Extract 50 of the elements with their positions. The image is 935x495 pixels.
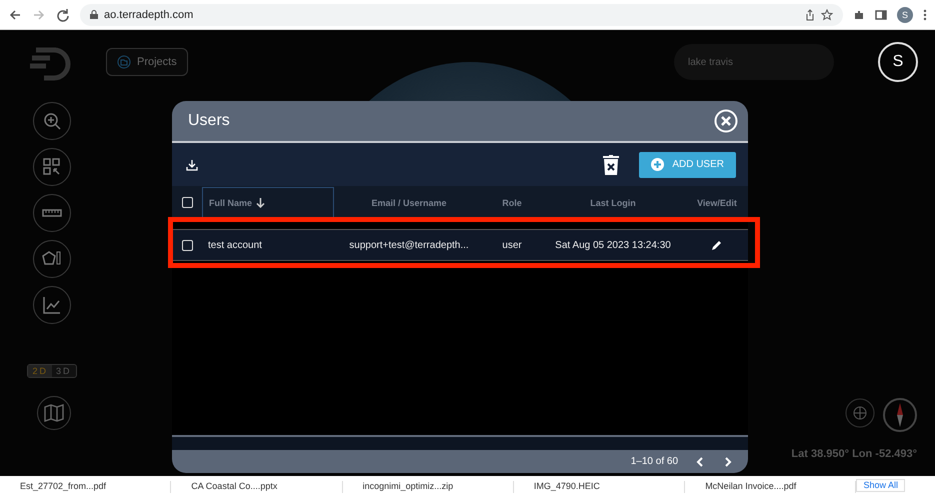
download-item[interactable]: CA Coastal Co....pptx <box>171 481 343 493</box>
lock-icon <box>90 10 98 19</box>
map-layers-button[interactable] <box>37 396 71 430</box>
last-login-cell-text: Sat Aug 05 2023 13:24:30 <box>554 240 672 250</box>
select-all-checkbox[interactable] <box>182 197 193 208</box>
delete-icon[interactable] <box>603 154 620 174</box>
column-header[interactable]: Full Name <box>202 186 334 218</box>
column-header[interactable]: View/Edit <box>686 198 748 208</box>
sort-arrow-icon[interactable] <box>256 198 266 208</box>
select-tool-button[interactable] <box>33 148 71 186</box>
polygon-tool-button[interactable] <box>33 240 71 278</box>
folder-icon <box>117 55 131 69</box>
download-item[interactable]: Est_27702_from...pdf <box>0 481 172 493</box>
address-bar[interactable]: ao.terradepth.com <box>80 4 843 26</box>
view-toggle-tab[interactable]: 3D <box>52 365 76 377</box>
map-icon <box>43 402 65 424</box>
profile-avatar[interactable]: S <box>897 6 913 22</box>
ruler-tool-button[interactable] <box>33 194 71 232</box>
more-icon[interactable] <box>923 8 927 20</box>
email-cell-text: support+test@terradepth... <box>348 240 470 250</box>
dialog-title: Users <box>188 112 230 130</box>
download-item[interactable]: incognimi_optimiz...zip <box>342 481 514 493</box>
edit-icon[interactable] <box>711 239 723 251</box>
zoom-tool-button[interactable] <box>33 102 71 140</box>
sidebar-icon[interactable] <box>875 8 887 20</box>
reload-icon[interactable] <box>56 8 70 22</box>
share-icon[interactable] <box>805 8 815 20</box>
plus-icon <box>651 158 664 171</box>
view-toggle-tab[interactable]: 2D <box>28 365 52 377</box>
add-user-button[interactable]: ADD USER <box>639 152 736 178</box>
compass-icon[interactable] <box>883 398 917 432</box>
close-button[interactable] <box>714 109 738 133</box>
chart-tool-button[interactable] <box>33 286 71 324</box>
star-icon[interactable] <box>821 8 833 20</box>
full-name-cell-text: test account <box>207 240 263 250</box>
user-row[interactable]: test account support+test@terradepth... user Sat Aug 05 2023 13:24:30 <box>172 229 748 261</box>
pagination-label: 1–10 of 60 <box>630 456 678 467</box>
row-checkbox[interactable] <box>182 240 193 250</box>
coordinates-label: Lat 38.950° Lon -52.493° <box>791 448 917 460</box>
download-icon[interactable] <box>186 158 198 170</box>
user-avatar[interactable]: S <box>878 42 918 82</box>
search-field[interactable]: lake travis <box>674 44 834 80</box>
column-header[interactable]: Last Login <box>540 198 686 208</box>
show-all-button[interactable]: Show All <box>856 479 906 492</box>
projects-button[interactable]: Projects <box>106 48 188 76</box>
back-icon[interactable] <box>8 8 22 22</box>
column-header[interactable]: Role <box>484 198 540 208</box>
download-item[interactable]: IMG_4790.HEIC <box>514 481 686 493</box>
role-cell-text: user <box>501 240 523 250</box>
column-header[interactable]: Email / Username <box>334 198 484 208</box>
